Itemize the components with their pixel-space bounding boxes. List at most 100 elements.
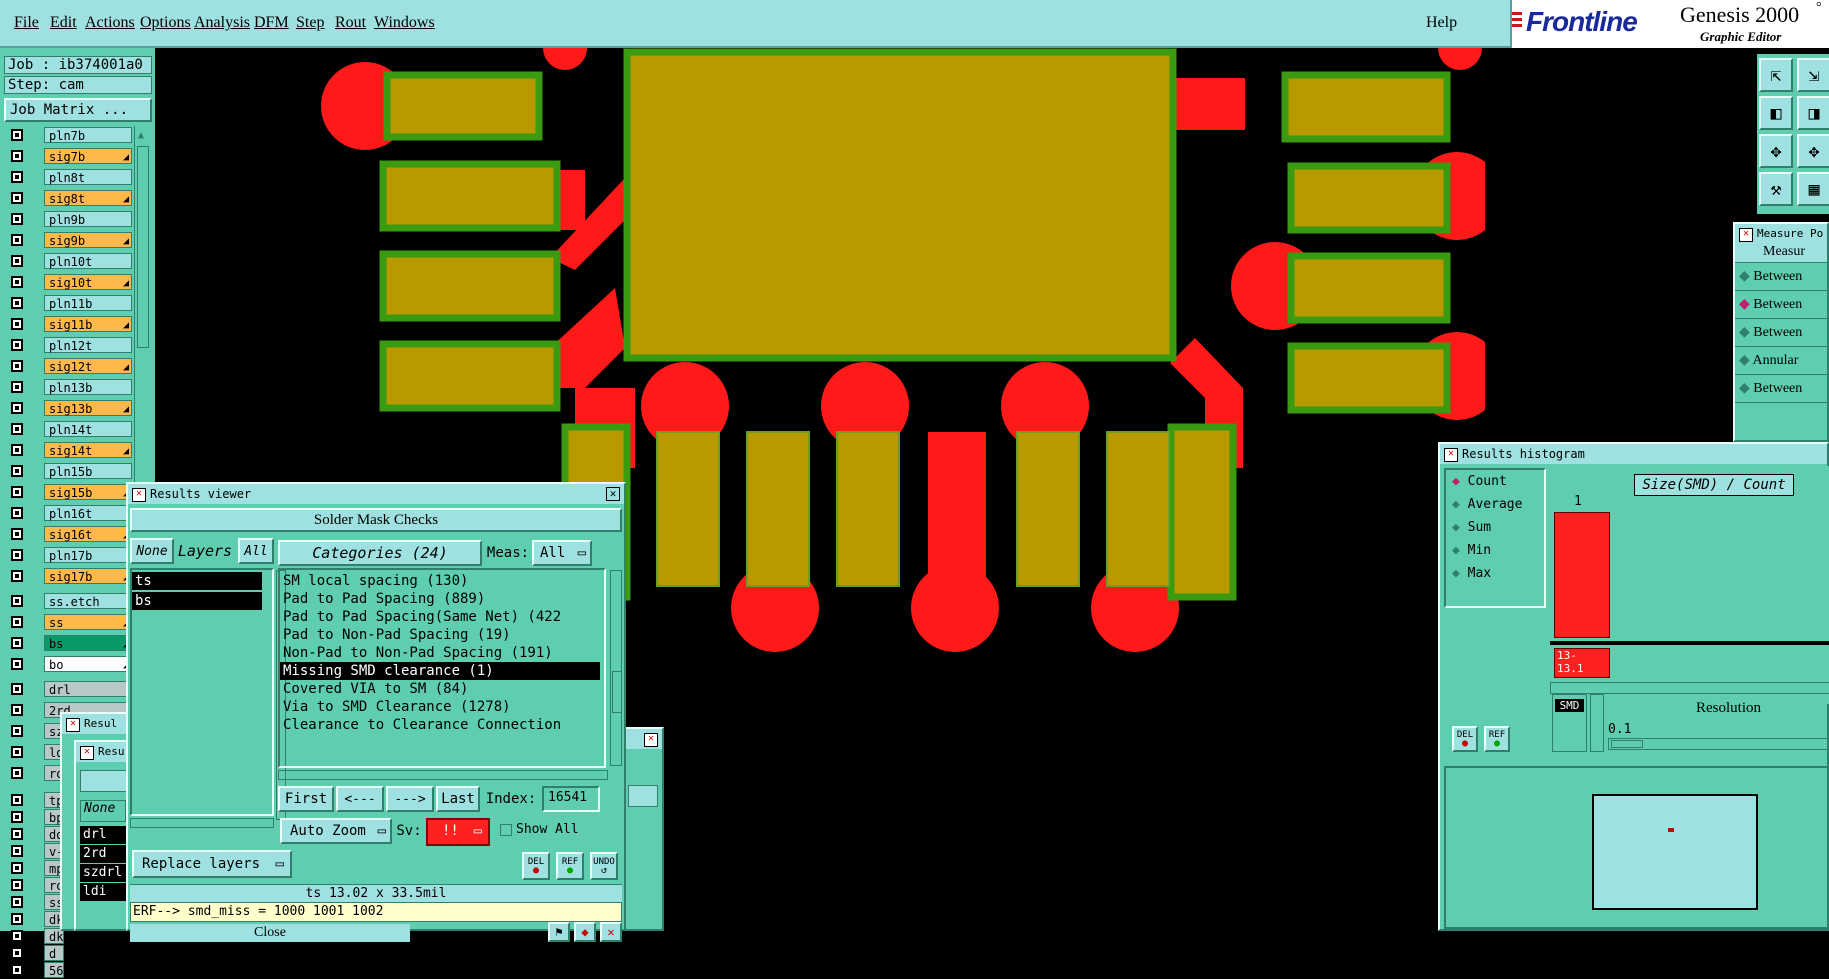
close-icon[interactable]: ✕ bbox=[644, 733, 658, 747]
zoom-page-icon[interactable]: ⇲ bbox=[1797, 58, 1829, 92]
radio-icon[interactable]: ◆ bbox=[1739, 325, 1750, 340]
layer-row[interactable]: dd bbox=[8, 825, 64, 843]
layer-list-hscroll[interactable] bbox=[130, 818, 274, 828]
layer-list-item[interactable]: ts bbox=[132, 572, 262, 590]
close-x-icon[interactable]: ✕ bbox=[606, 487, 620, 501]
layer-checkbox[interactable] bbox=[11, 947, 23, 959]
measure-option[interactable]: ◆ Annular bbox=[1735, 347, 1827, 375]
radio-icon[interactable]: ◆ bbox=[1452, 566, 1460, 581]
check-set-header[interactable]: Solder Mask Checks bbox=[130, 508, 622, 532]
layer-checkbox[interactable] bbox=[11, 486, 23, 498]
layer-checkbox[interactable] bbox=[11, 616, 23, 628]
layer-row[interactable]: sig14t ◢ bbox=[8, 441, 132, 459]
scroll-up-icon[interactable]: ▲ bbox=[138, 130, 144, 141]
layer-name[interactable]: pln7b bbox=[44, 127, 132, 143]
layer-row[interactable]: ro bbox=[8, 876, 64, 894]
layer-name[interactable]: pln9b bbox=[44, 211, 132, 227]
menu-windows[interactable]: Windows bbox=[374, 14, 435, 32]
layer-row[interactable]: ss bbox=[8, 893, 64, 911]
tool-icon-2[interactable]: ◆ bbox=[574, 922, 596, 942]
layer-checkbox[interactable] bbox=[11, 704, 23, 716]
layer-checkbox[interactable] bbox=[11, 658, 23, 670]
category-item[interactable]: Clearance to Clearance Connection bbox=[280, 716, 600, 734]
layer-checkbox[interactable] bbox=[11, 828, 23, 840]
layer-row[interactable]: pln12t bbox=[8, 336, 132, 354]
layer-checkbox[interactable] bbox=[11, 595, 23, 607]
layer-checkbox[interactable] bbox=[11, 683, 23, 695]
layer-checkbox[interactable] bbox=[11, 746, 23, 758]
layer-row[interactable]: pln13b bbox=[8, 378, 132, 396]
index-field[interactable]: 16541 bbox=[542, 786, 600, 812]
show-all-checkbox[interactable] bbox=[500, 824, 512, 836]
layer-row[interactable]: 56 bbox=[8, 961, 64, 979]
layer-checkbox[interactable] bbox=[11, 767, 23, 779]
layer-row[interactable]: pln9b bbox=[8, 210, 132, 228]
layer-row[interactable]: ss.etch bbox=[8, 592, 132, 610]
layer-checkbox[interactable] bbox=[11, 171, 23, 183]
result-window-behind-dropdown[interactable] bbox=[628, 785, 658, 807]
tool-icon-1[interactable]: ⚑ bbox=[548, 922, 570, 942]
layer-name[interactable]: sig10t ◢ bbox=[44, 274, 132, 290]
layer-row[interactable]: sig10t ◢ bbox=[8, 273, 132, 291]
ref-button[interactable]: REF ● bbox=[1484, 726, 1510, 752]
layer-row[interactable]: pln7b bbox=[8, 126, 132, 144]
layer-row[interactable]: pln15b bbox=[8, 462, 132, 480]
pan-right-icon[interactable]: ◨ bbox=[1797, 96, 1829, 130]
close-button[interactable]: Close bbox=[130, 924, 410, 942]
layer-checkbox[interactable] bbox=[11, 339, 23, 351]
histogram-option[interactable]: ◆ Count bbox=[1446, 470, 1544, 493]
layer-checkbox[interactable] bbox=[11, 845, 23, 857]
severity-dropdown[interactable]: !! ▭ bbox=[426, 818, 490, 846]
histogram-titlebar[interactable]: ✕ Results histogram bbox=[1440, 444, 1827, 464]
measure-option[interactable]: ◆ Between bbox=[1735, 291, 1827, 319]
layer-name[interactable]: sig16t◢ bbox=[44, 526, 132, 542]
layer-checkbox[interactable] bbox=[11, 444, 23, 456]
layer-name[interactable]: sig12t ◢ bbox=[44, 358, 132, 374]
layer-checkbox[interactable] bbox=[11, 896, 23, 908]
layer-name[interactable]: pln11b bbox=[44, 295, 132, 311]
layer-row[interactable]: v- bbox=[8, 842, 64, 860]
last-button[interactable]: Last bbox=[436, 786, 480, 812]
layer-checkbox[interactable] bbox=[11, 549, 23, 561]
menu-actions[interactable]: Actions bbox=[85, 14, 135, 32]
layer-checkbox[interactable] bbox=[11, 930, 23, 942]
layer-checkbox[interactable] bbox=[11, 811, 23, 823]
category-item[interactable]: Pad to Non-Pad Spacing (19) bbox=[280, 626, 600, 644]
categories-vscroll[interactable] bbox=[610, 570, 622, 766]
histogram-option[interactable]: ◆ Average bbox=[1446, 493, 1544, 516]
radio-icon[interactable]: ◆ bbox=[1739, 297, 1750, 312]
layer-checkbox[interactable] bbox=[11, 465, 23, 477]
layer-checkbox[interactable] bbox=[11, 507, 23, 519]
layer-checkbox[interactable] bbox=[11, 360, 23, 372]
meas-dropdown[interactable]: All ▭ bbox=[532, 540, 592, 566]
layer-checkbox[interactable] bbox=[11, 862, 23, 874]
layer-name[interactable]: sig9b ◢ bbox=[44, 232, 132, 248]
close-icon[interactable]: ✕ bbox=[1739, 228, 1753, 242]
menu-help[interactable]: Help bbox=[1426, 14, 1457, 32]
measure-option[interactable]: ◆ Between bbox=[1735, 263, 1827, 291]
layer-name[interactable]: pln13b bbox=[44, 379, 132, 395]
layer-row[interactable]: pln8t bbox=[8, 168, 132, 186]
layer-checkbox[interactable] bbox=[11, 879, 23, 891]
layer-row[interactable]: sig17b◢ bbox=[8, 567, 132, 585]
layer-row[interactable]: dk bbox=[8, 910, 64, 928]
menu-rout[interactable]: Rout bbox=[335, 14, 366, 32]
layer-row[interactable]: mp bbox=[8, 859, 64, 877]
layer-checkbox[interactable] bbox=[11, 964, 23, 976]
layer-row[interactable]: pln16t bbox=[8, 504, 132, 522]
layer-name[interactable]: sig11b ◢ bbox=[44, 316, 132, 332]
histogram-bar[interactable] bbox=[1554, 512, 1610, 638]
layer-name[interactable]: sig8t ◢ bbox=[44, 190, 132, 206]
layer-name[interactable]: pln16t bbox=[44, 505, 132, 521]
layer-checkbox[interactable] bbox=[11, 381, 23, 393]
layer-checkbox[interactable] bbox=[11, 794, 23, 806]
layer-row[interactable]: sig16t◢ bbox=[8, 525, 132, 543]
category-item[interactable]: Pad to Pad Spacing (889) bbox=[280, 590, 600, 608]
layer-name[interactable]: pln8t bbox=[44, 169, 132, 185]
layer-checkbox[interactable] bbox=[11, 402, 23, 414]
close-icon[interactable]: ✕ bbox=[1444, 448, 1458, 462]
layers-none-button[interactable]: None bbox=[130, 538, 174, 564]
layer-row[interactable]: sig9b ◢ bbox=[8, 231, 132, 249]
layer-checkbox[interactable] bbox=[11, 129, 23, 141]
histogram-option[interactable]: ◆ Min bbox=[1446, 539, 1544, 562]
